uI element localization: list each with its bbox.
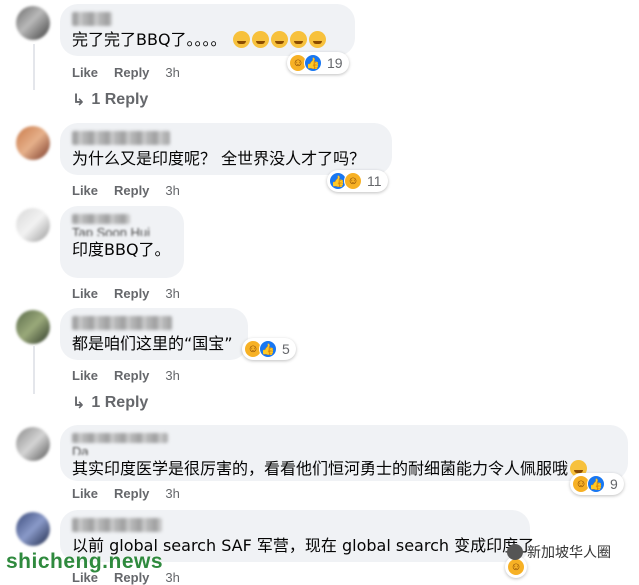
reply-arrow-icon: ↳ [72, 92, 86, 109]
comment-bubble: Da 其实印度医学是很厉害的，看看他们恒河勇士的耐细菌能力令人佩服哦 [60, 425, 628, 481]
reaction-summary[interactable]: ☺ 👍 5 [242, 338, 296, 360]
avatar[interactable] [16, 310, 50, 344]
author-name-fragment: Tap Soon Hui [72, 226, 151, 236]
comment-actions: Like Reply 3h [72, 183, 180, 198]
reaction-summary[interactable]: ☺ 👍 9 [570, 473, 624, 495]
comment-actions: Like Reply 3h [72, 65, 180, 80]
reaction-count: 9 [610, 476, 618, 492]
like-button[interactable]: Like [72, 183, 98, 198]
comment-bubble: 为什么又是印度呢？ 全世界没人才了吗？ [60, 123, 392, 175]
comment-author[interactable] [72, 12, 112, 26]
comment-timestamp[interactable]: 3h [165, 65, 179, 80]
reaction-summary[interactable]: 👍 ☺ 11 [327, 170, 388, 192]
comment-timestamp[interactable]: 3h [165, 570, 179, 585]
haha-icon: ☺ [344, 172, 362, 190]
comment-author[interactable] [72, 131, 170, 145]
like-reaction-icon: 👍 [304, 54, 322, 72]
comment-actions: Like Reply 3h [72, 368, 180, 383]
reply-button[interactable]: Reply [114, 368, 149, 383]
comment-text: 其实印度医学是很厉害的，看看他们恒河勇士的耐细菌能力令人佩服哦 [72, 459, 569, 478]
comment-author[interactable] [72, 518, 162, 532]
reaction-count: 5 [282, 341, 290, 357]
like-button[interactable]: Like [72, 286, 98, 301]
reaction-summary[interactable]: ☺ 👍 19 [287, 52, 349, 74]
reply-button[interactable]: Reply [114, 486, 149, 501]
like-reaction-icon: 👍 [259, 340, 277, 358]
thread-line [33, 346, 35, 394]
channel-watermark: 新加坡华人圈 [507, 542, 611, 562]
reply-button[interactable]: Reply [114, 183, 149, 198]
comment-bubble: 完了完了BBQ了。。。。 [60, 4, 355, 56]
comment-timestamp[interactable]: 3h [165, 183, 179, 198]
comment-author[interactable] [72, 316, 172, 330]
reaction-count: 11 [367, 173, 382, 189]
view-replies-label: 1 Reply [91, 394, 149, 411]
view-replies-link[interactable]: ↳ 1 Reply [72, 393, 148, 413]
comment-text: 都是咱们这里的“国宝” [72, 334, 233, 353]
comment-author[interactable] [72, 214, 130, 224]
reply-button[interactable]: Reply [114, 286, 149, 301]
reaction-count: 19 [327, 55, 343, 71]
thread-line [33, 44, 35, 90]
avatar[interactable] [16, 512, 50, 546]
like-reaction-icon: 👍 [587, 475, 605, 493]
comment-text: 印度BBQ了。 [72, 240, 171, 259]
reply-arrow-icon: ↳ [72, 395, 86, 412]
avatar[interactable] [16, 6, 50, 40]
comment-timestamp[interactable]: 3h [165, 486, 179, 501]
comment-text: 完了完了BBQ了。。。。 [72, 30, 227, 49]
comment-actions: Like Reply 3h [72, 286, 180, 301]
comment-bubble: 都是咱们这里的“国宝” [60, 308, 248, 360]
like-button[interactable]: Like [72, 486, 98, 501]
author-name-fragment: Da [72, 445, 89, 455]
like-button[interactable]: Like [72, 65, 98, 80]
comment-bubble: Tap Soon Hui 印度BBQ了。 [60, 206, 184, 278]
wechat-logo-icon [507, 544, 523, 560]
like-button[interactable]: Like [72, 368, 98, 383]
comment-text: 为什么又是印度呢？ 全世界没人才了吗？ [72, 149, 366, 168]
channel-name: 新加坡华人圈 [527, 544, 611, 560]
avatar[interactable] [16, 208, 50, 242]
comment-timestamp[interactable]: 3h [165, 368, 179, 383]
comment-author[interactable] [72, 433, 168, 443]
view-replies-link[interactable]: ↳ 1 Reply [72, 90, 148, 110]
view-replies-label: 1 Reply [91, 91, 149, 108]
reply-button[interactable]: Reply [114, 65, 149, 80]
comment-actions: Like Reply 3h [72, 486, 180, 501]
emoji-sequence [231, 31, 327, 49]
avatar[interactable] [16, 427, 50, 461]
site-watermark: shicheng.news [6, 550, 164, 573]
comment-timestamp[interactable]: 3h [165, 286, 179, 301]
avatar[interactable] [16, 126, 50, 160]
